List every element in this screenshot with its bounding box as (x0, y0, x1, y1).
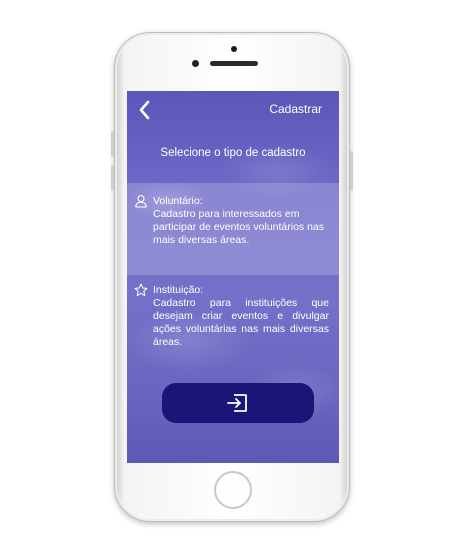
chevron-left-icon (139, 100, 150, 120)
home-button[interactable] (214, 471, 252, 509)
volume-down-button (111, 165, 114, 191)
option-institution-title: Instituição: (153, 284, 204, 296)
phone-frame: Cadastrar Selecione o tipo de cadastro V… (111, 32, 353, 522)
user-icon (135, 195, 147, 208)
option-institution[interactable]: Instituição: Cadastro para instituições … (127, 275, 339, 363)
volume-up-button (111, 131, 114, 157)
power-button (350, 151, 353, 191)
star-icon (134, 283, 148, 297)
top-bar: Cadastrar (127, 91, 339, 129)
option-volunteer[interactable]: Voluntário: Cadastro para interessados e… (127, 183, 339, 275)
sign-in-icon (227, 394, 247, 412)
enter-button[interactable] (162, 383, 314, 423)
back-button[interactable] (135, 99, 155, 121)
proximity-sensor (231, 46, 237, 52)
cadastrar-link[interactable]: Cadastrar (269, 102, 322, 116)
option-institution-description: Cadastro para instituições que desejam c… (153, 297, 329, 348)
page-title: Selecione o tipo de cadastro (160, 147, 306, 159)
earpiece-speaker (210, 61, 258, 66)
option-volunteer-description: Cadastro para interessados em participar… (153, 208, 325, 246)
app-screen: Cadastrar Selecione o tipo de cadastro V… (127, 91, 339, 463)
front-camera (192, 60, 199, 67)
stage: Cadastrar Selecione o tipo de cadastro V… (0, 0, 470, 556)
option-volunteer-title: Voluntário: (153, 195, 203, 207)
